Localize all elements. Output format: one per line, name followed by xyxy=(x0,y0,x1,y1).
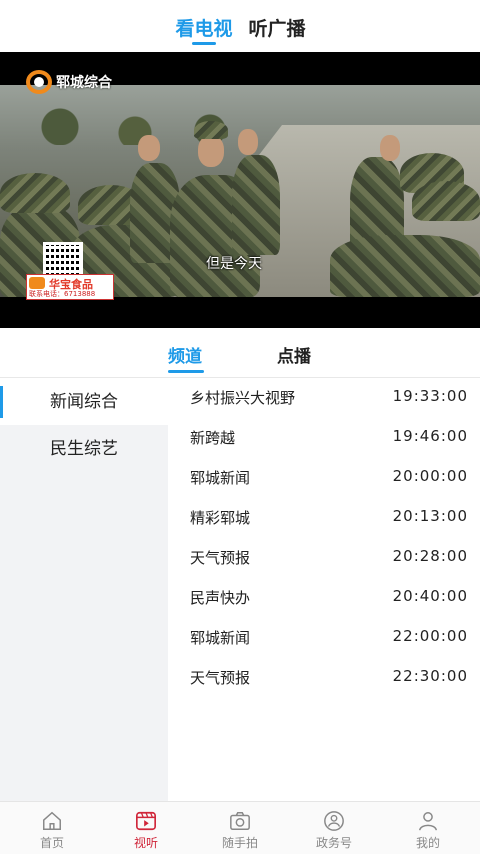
tab-on-demand-label: 点播 xyxy=(277,347,311,367)
video-player[interactable]: 郓城综合 华宝食品 联系电话：6713888 但是今天 xyxy=(0,52,480,328)
program-time: 20:28:00 xyxy=(392,547,468,565)
program-row[interactable]: 乡村振兴大视野 19:33:00 xyxy=(168,379,480,419)
active-channel-indicator xyxy=(0,386,3,418)
camera-icon xyxy=(230,812,250,830)
bottom-navigation: 首页 视听 随手拍 政务号 我的 xyxy=(0,801,480,854)
home-icon xyxy=(43,811,61,830)
nav-snapshot[interactable]: 随手拍 xyxy=(192,802,288,854)
top-tab-bar: 看电视 听广播 xyxy=(0,0,480,52)
sponsor-phone: 联系电话：6713888 xyxy=(29,290,96,298)
nav-home-label: 首页 xyxy=(39,836,64,850)
program-name: 郓城新闻 xyxy=(190,469,251,487)
video-scene-face xyxy=(198,135,224,167)
video-scene-soldier xyxy=(232,155,280,255)
video-subtitle: 但是今天 xyxy=(206,256,262,272)
tab-channel-label: 频道 xyxy=(168,347,202,367)
video-play-icon xyxy=(136,811,156,831)
program-row[interactable]: 民声快办 20:40:00 xyxy=(168,579,480,619)
active-subtab-indicator xyxy=(168,370,204,373)
program-row[interactable]: 郓城新闻 20:00:00 xyxy=(168,459,480,499)
tab-channel[interactable]: 频道 xyxy=(168,342,204,373)
channel-item-news[interactable]: 新闻综合 xyxy=(0,379,168,425)
program-time: 22:30:00 xyxy=(392,667,468,685)
nav-government-label: 政务号 xyxy=(315,836,352,850)
program-name: 天气预报 xyxy=(190,549,251,567)
tab-watch-tv[interactable]: 看电视 xyxy=(164,14,244,45)
video-scene-soldier-helmet xyxy=(0,173,70,213)
channel-item-variety[interactable]: 民生综艺 xyxy=(0,426,168,472)
video-scene-face xyxy=(380,135,400,161)
nav-government[interactable]: 政务号 xyxy=(286,802,382,854)
program-name: 民声快办 xyxy=(190,589,251,607)
nav-profile-label: 我的 xyxy=(415,836,440,850)
program-time: 20:00:00 xyxy=(392,467,468,485)
user-icon xyxy=(419,812,437,831)
video-scene-face xyxy=(138,135,160,161)
program-row[interactable]: 郓城新闻 22:00:00 xyxy=(168,619,480,659)
sponsor-ad: 华宝食品 联系电话：6713888 xyxy=(26,274,114,300)
program-time: 22:00:00 xyxy=(392,627,468,645)
sponsor-logo-icon xyxy=(29,277,45,289)
nav-audio-video-label: 视听 xyxy=(133,836,158,850)
tab-on-demand[interactable]: 点播 xyxy=(277,342,311,367)
channel-sidebar: 新闻综合 民生综艺 xyxy=(0,379,168,801)
video-scene-soldier xyxy=(330,235,480,297)
program-name: 天气预报 xyxy=(190,669,251,687)
channel-logo-text: 郓城综合 xyxy=(56,75,112,91)
program-row[interactable]: 精彩郓城 20:13:00 xyxy=(168,499,480,539)
nav-profile[interactable]: 我的 xyxy=(380,802,476,854)
program-name: 郓城新闻 xyxy=(190,629,251,647)
program-row[interactable]: 天气预报 20:28:00 xyxy=(168,539,480,579)
active-tab-indicator xyxy=(192,42,216,45)
program-name: 乡村振兴大视野 xyxy=(190,389,296,407)
channel-logo-icon xyxy=(26,70,52,94)
channel-content: 新闻综合 民生综艺 乡村振兴大视野 19:33:00 新跨越 19:46:00 … xyxy=(0,379,480,801)
video-scene-face xyxy=(238,129,258,155)
tab-watch-tv-label: 看电视 xyxy=(175,18,233,40)
tab-listen-radio[interactable]: 听广播 xyxy=(237,14,317,41)
program-name: 精彩郓城 xyxy=(190,509,251,527)
program-row[interactable]: 天气预报 22:30:00 xyxy=(168,659,480,699)
video-scene-soldier-helmet xyxy=(194,121,228,139)
program-name: 新跨越 xyxy=(190,429,236,447)
government-icon xyxy=(324,811,344,831)
nav-snapshot-label: 随手拍 xyxy=(221,836,258,850)
channel-item-label: 新闻综合 xyxy=(50,392,118,412)
program-row[interactable]: 新跨越 19:46:00 xyxy=(168,419,480,459)
tab-listen-radio-label: 听广播 xyxy=(248,18,306,40)
program-schedule: 乡村振兴大视野 19:33:00 新跨越 19:46:00 郓城新闻 20:00… xyxy=(168,379,480,801)
nav-home[interactable]: 首页 xyxy=(4,802,100,854)
program-time: 19:33:00 xyxy=(392,387,468,405)
channel-logo: 郓城综合 xyxy=(26,70,112,94)
nav-audio-video[interactable]: 视听 xyxy=(98,802,194,854)
sub-tab-bar: 频道 点播 xyxy=(0,328,480,378)
video-scene-soldier-helmet xyxy=(412,181,480,221)
channel-item-label: 民生综艺 xyxy=(50,439,118,459)
program-time: 19:46:00 xyxy=(392,427,468,445)
program-time: 20:40:00 xyxy=(392,587,468,605)
program-time: 20:13:00 xyxy=(392,507,468,525)
